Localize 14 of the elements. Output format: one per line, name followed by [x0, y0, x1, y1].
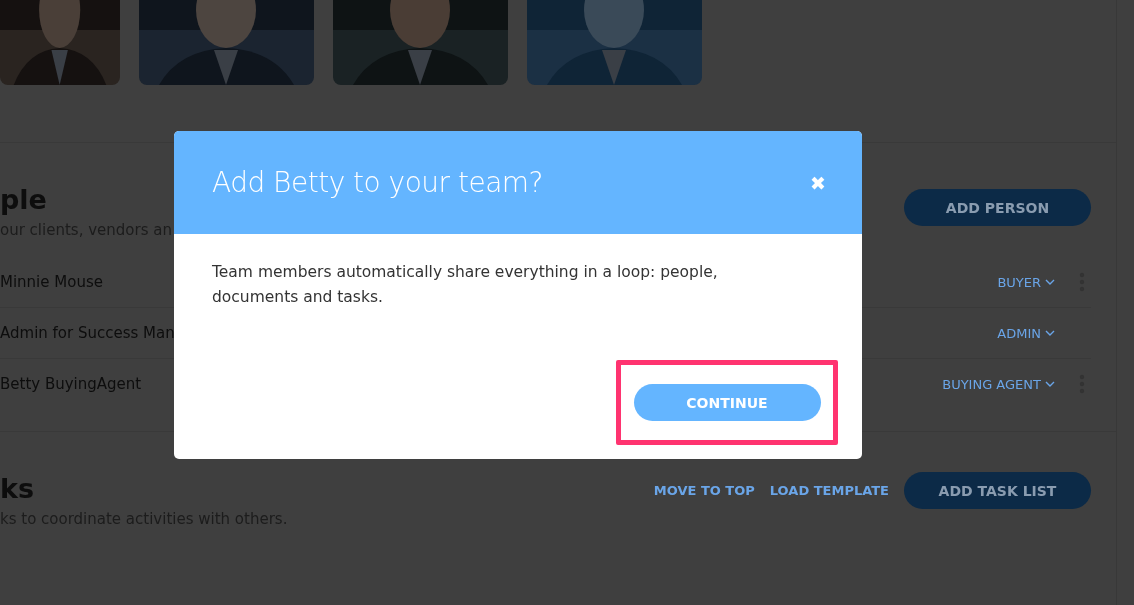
add-person-button[interactable]: ADD PERSON [904, 189, 1091, 226]
action-link[interactable]: MOVE TO TOP [653, 483, 755, 498]
dialog-message: Team members automatically share everything in a loop: people, documents and tasks. [212, 262, 719, 308]
add-task-list-button[interactable]: ADD TASK LIST [904, 472, 1091, 509]
dialog-title: Add Betty to your team? [212, 166, 543, 199]
close-button[interactable]: ✖ [810, 171, 826, 194]
role-dropdown[interactable]: ADMIN [997, 325, 1055, 341]
continue-button[interactable]: CONTINUE [633, 384, 821, 421]
chevron-icon [1045, 330, 1055, 336]
chevron-icon [1045, 381, 1055, 387]
role-dropdown[interactable]: BUYING AGENT [942, 376, 1055, 392]
action-link[interactable]: LOAD TEMPLATE [769, 483, 889, 498]
role-dropdown[interactable]: BUYER [997, 274, 1055, 290]
chevron-icon [1045, 279, 1055, 285]
